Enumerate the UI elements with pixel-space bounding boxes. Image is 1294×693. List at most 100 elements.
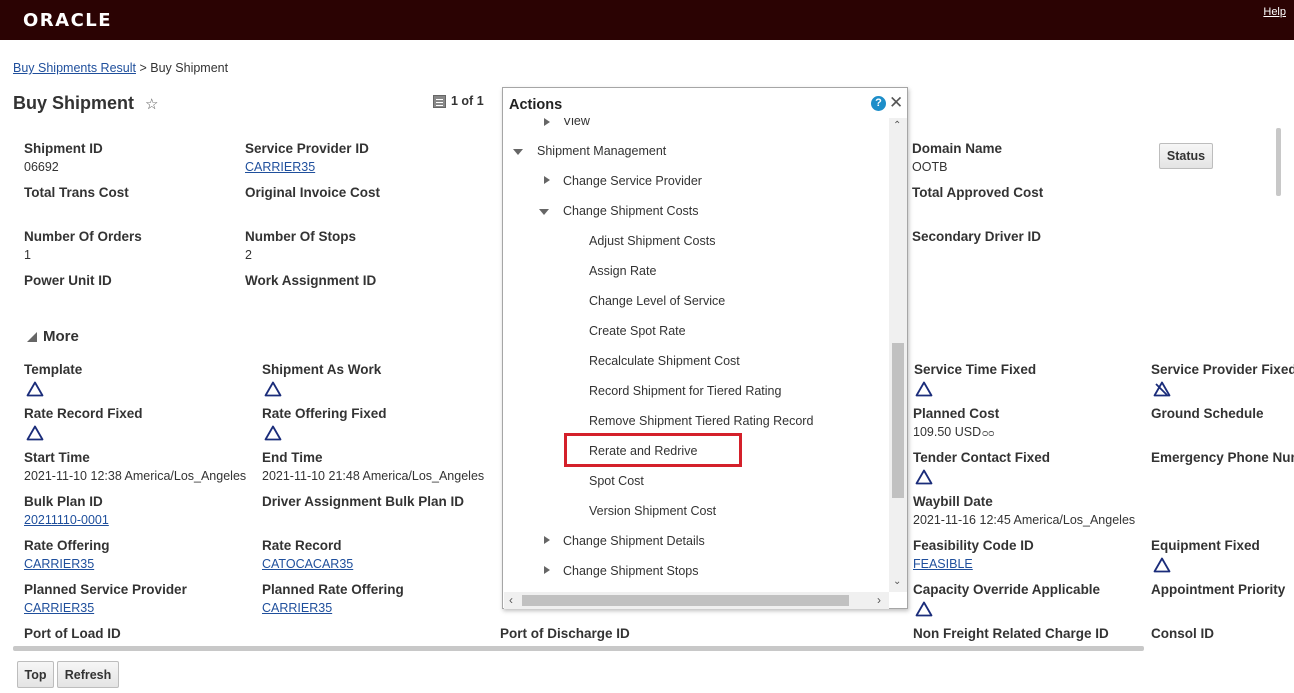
expand-arrow-icon[interactable]: [544, 536, 550, 544]
rate-record-label: Rate Record: [262, 538, 342, 553]
unchecked-triangle-icon: [264, 381, 282, 397]
scroll-right-icon[interactable]: ›: [877, 593, 881, 607]
close-icon[interactable]: ✕: [889, 93, 903, 113]
main-vertical-scrollbar[interactable]: [1276, 128, 1281, 196]
page-title: Buy Shipment: [13, 93, 135, 113]
main-horizontal-scrollbar[interactable]: [13, 646, 1144, 651]
tree-item-change-service-provider[interactable]: Change Service Provider: [563, 174, 702, 188]
collapse-arrow-icon[interactable]: [513, 149, 523, 155]
popup-vertical-scrollbar[interactable]: ⌃ ⌄: [889, 118, 907, 592]
collapse-arrow-icon[interactable]: [539, 209, 549, 215]
help-link[interactable]: Help: [1263, 6, 1286, 18]
domain-name-value: OOTB: [912, 160, 948, 174]
oracle-logo: ORACLE: [23, 10, 113, 31]
planned-cost-label: Planned Cost: [913, 406, 1000, 421]
number-of-orders-value: 1: [24, 248, 31, 262]
shipment-id-value: 06692: [24, 160, 59, 174]
planned-cost-value: 109.50 USDᴑᴑ: [913, 425, 994, 439]
feasibility-code-id-link[interactable]: FEASIBLE: [913, 557, 973, 571]
top-button[interactable]: Top: [17, 661, 54, 688]
planned-service-provider-link[interactable]: CARRIER35: [24, 601, 94, 615]
planned-cost-amount: 109.50 USD: [913, 425, 982, 439]
consol-id-label: Consol ID: [1151, 626, 1214, 641]
waybill-date-label: Waybill Date: [913, 494, 993, 509]
tree-item-recalculate-shipment-cost[interactable]: Recalculate Shipment Cost: [589, 354, 740, 368]
unchecked-triangle-icon: [26, 425, 44, 441]
tree-item-version-shipment-cost[interactable]: Version Shipment Cost: [589, 504, 716, 518]
bulk-plan-id-link[interactable]: 20211110-0001: [24, 513, 109, 527]
unchecked-triangle-icon: [26, 381, 44, 397]
waybill-date-value: 2021-11-16 12:45 America/Los_Angeles: [913, 513, 1136, 527]
unchecked-triangle-icon: [915, 601, 933, 617]
tender-contact-fixed-label: Tender Contact Fixed: [913, 450, 1051, 465]
list-icon[interactable]: [433, 94, 446, 108]
unchecked-triangle-icon: [264, 425, 282, 441]
tree-item-remove-shipment-tiered-rating-record[interactable]: Remove Shipment Tiered Rating Record: [589, 414, 813, 428]
favorite-star-icon[interactable]: ☆: [145, 95, 158, 113]
tree-item-change-shipment-stops[interactable]: Change Shipment Stops: [563, 564, 699, 578]
scroll-thumb[interactable]: [522, 595, 849, 606]
tree-item-view[interactable]: View: [563, 118, 590, 128]
breadcrumb-buy-shipments-result[interactable]: Buy Shipments Result: [13, 61, 136, 75]
refresh-button[interactable]: Refresh: [57, 661, 119, 688]
port-of-discharge-id-label: Port of Discharge ID: [500, 626, 630, 641]
service-provider-fixed-label: Service Provider Fixed: [1151, 362, 1294, 377]
tree-item-change-level-of-service[interactable]: Change Level of Service: [589, 294, 725, 308]
glasses-icon[interactable]: ᴑᴑ: [982, 428, 994, 439]
tree-item-create-spot-rate[interactable]: Create Spot Rate: [589, 324, 686, 338]
unchecked-triangle-icon: [1153, 557, 1171, 573]
total-approved-cost-label: Total Approved Cost: [912, 185, 1044, 200]
more-section-toggle[interactable]: More: [27, 328, 79, 345]
shipment-as-work-label: Shipment As Work: [262, 362, 382, 377]
planned-rate-offering-link[interactable]: CARRIER35: [262, 601, 332, 615]
work-assignment-id-label: Work Assignment ID: [245, 273, 377, 288]
power-unit-id-label: Power Unit ID: [24, 273, 112, 288]
service-provider-id-label: Service Provider ID: [245, 141, 369, 156]
appointment-priority-label: Appointment Priority: [1151, 582, 1286, 597]
number-of-orders-label: Number Of Orders: [24, 229, 142, 244]
domain-name-label: Domain Name: [912, 141, 1003, 156]
scroll-thumb[interactable]: [892, 343, 904, 498]
service-provider-id-link[interactable]: CARRIER35: [245, 160, 315, 174]
tree-item-assign-rate[interactable]: Assign Rate: [589, 264, 656, 278]
tree-item-record-shipment-for-tiered-rating[interactable]: Record Shipment for Tiered Rating: [589, 384, 781, 398]
tree-item-change-shipment-details[interactable]: Change Shipment Details: [563, 534, 705, 548]
tree-item-spot-cost[interactable]: Spot Cost: [589, 474, 644, 488]
rate-record-fixed-label: Rate Record Fixed: [24, 406, 143, 421]
expand-arrow-icon[interactable]: [544, 118, 550, 126]
tree-item-change-shipment-costs[interactable]: Change Shipment Costs: [563, 204, 699, 218]
driver-assignment-bulk-plan-id-label: Driver Assignment Bulk Plan ID: [262, 494, 465, 509]
service-time-fixed-label: Service Time Fixed: [914, 362, 1037, 377]
actions-popup-title: Actions: [509, 97, 563, 113]
shipment-id-label: Shipment ID: [24, 141, 103, 156]
checked-triangle-icon: [1153, 381, 1171, 397]
tree-item-shipment-management[interactable]: Shipment Management: [537, 144, 666, 158]
number-of-stops-label: Number Of Stops: [245, 229, 357, 244]
popup-horizontal-scrollbar[interactable]: ‹ ›: [504, 592, 889, 609]
pager-text: 1 of 1: [451, 94, 484, 108]
record-pager: 1 of 1: [433, 94, 484, 108]
rate-offering-link[interactable]: CARRIER35: [24, 557, 94, 571]
help-icon[interactable]: ?: [871, 96, 886, 111]
end-time-value: 2021-11-10 21:48 America/Los_Angeles: [262, 469, 485, 483]
collapse-triangle-icon: [27, 331, 37, 342]
actions-popup: Actions ? ✕ View Shipment Management Cha…: [502, 87, 908, 609]
tree-item-adjust-shipment-costs[interactable]: Adjust Shipment Costs: [589, 234, 715, 248]
scroll-left-icon[interactable]: ‹: [509, 593, 513, 607]
unchecked-triangle-icon: [915, 469, 933, 485]
scroll-down-icon[interactable]: ⌄: [893, 576, 901, 587]
feasibility-code-id-label: Feasibility Code ID: [913, 538, 1034, 553]
non-freight-related-charge-id-label: Non Freight Related Charge ID: [913, 626, 1109, 641]
actions-tree: View Shipment Management Change Service …: [504, 118, 890, 592]
header-bar: ORACLE Help: [0, 0, 1294, 40]
rate-record-link[interactable]: CATOCACAR35: [262, 557, 353, 571]
emergency-phone-label: Emergency Phone Number: [1151, 450, 1294, 465]
unchecked-triangle-icon: [915, 381, 933, 397]
end-time-label: End Time: [262, 450, 323, 465]
highlight-box: [564, 433, 742, 467]
scroll-up-icon[interactable]: ⌃: [893, 120, 901, 131]
expand-arrow-icon[interactable]: [544, 176, 550, 184]
expand-arrow-icon[interactable]: [544, 566, 550, 574]
rate-offering-label: Rate Offering: [24, 538, 110, 553]
status-button[interactable]: Status: [1159, 143, 1213, 169]
